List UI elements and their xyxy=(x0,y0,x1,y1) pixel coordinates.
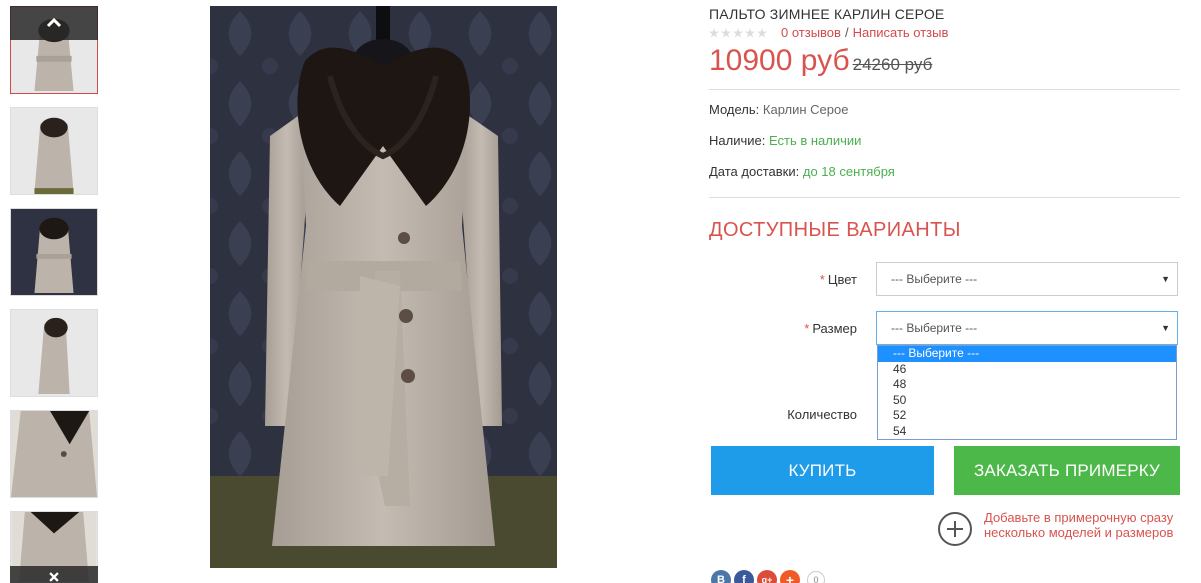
close-icon xyxy=(49,572,59,582)
star-empty-icon xyxy=(709,27,719,38)
price-block: 10900 руб 24260 руб xyxy=(709,44,932,78)
size-label: * Размер xyxy=(804,321,857,336)
color-select[interactable]: --- Выберите --- ▼ xyxy=(876,262,1178,296)
thumbnail-5[interactable] xyxy=(10,410,98,498)
thumbnails-scroll-up-button[interactable] xyxy=(10,6,98,40)
social-share-bar: B f g+ + 0 xyxy=(711,570,825,583)
rating-stars xyxy=(709,27,767,38)
size-option[interactable]: 50 xyxy=(878,393,1176,409)
star-empty-icon xyxy=(745,27,755,38)
spec-availability-value: Есть в наличии xyxy=(768,133,862,148)
divider xyxy=(709,89,1180,90)
thumbnail-gallery xyxy=(10,0,98,583)
rating-separator: / xyxy=(844,25,849,40)
buy-button[interactable]: КУПИТЬ xyxy=(711,446,934,495)
required-mark: * xyxy=(819,272,825,287)
thumbnail-2[interactable] xyxy=(10,107,98,195)
color-select-value: --- Выберите --- xyxy=(891,272,978,286)
facebook-icon[interactable]: f xyxy=(734,570,754,583)
size-dropdown-list: --- Выберите --- 46 48 50 52 54 xyxy=(877,345,1177,440)
product-title: ПАЛЬТО ЗИМНЕЕ КАРЛИН СЕРОЕ xyxy=(709,6,945,22)
dropdown-arrow-icon: ▼ xyxy=(1161,323,1170,333)
thumbnail-3[interactable] xyxy=(10,208,98,296)
write-review-link[interactable]: Написать отзыв xyxy=(853,25,949,40)
thumbnail-4[interactable] xyxy=(10,309,98,397)
add-to-fitting-text[interactable]: Добавьте в примерочную сразу несколько м… xyxy=(984,510,1184,540)
spec-delivery: Дата доставки: до 18 сентября xyxy=(709,164,895,179)
size-option[interactable]: 54 xyxy=(878,424,1176,440)
divider xyxy=(709,197,1180,198)
chevron-up-icon xyxy=(46,17,62,28)
add-to-fitting-room: Добавьте в примерочную сразу несколько м… xyxy=(938,510,1184,546)
coat-thumbnail-image xyxy=(11,108,97,194)
spec-model: Модель: Карлин Серое xyxy=(709,102,848,117)
share-plus-icon[interactable]: + xyxy=(780,570,800,583)
color-label-text: Цвет xyxy=(827,272,857,287)
star-empty-icon xyxy=(721,27,731,38)
quantity-label: Количество xyxy=(787,407,857,422)
rating-row: 0 отзывов / Написать отзыв xyxy=(709,25,948,40)
coat-thumbnail-image xyxy=(11,209,97,295)
share-count-badge: 0 xyxy=(807,571,825,583)
coat-thumbnail-image xyxy=(11,411,97,497)
required-mark: * xyxy=(804,321,810,336)
star-empty-icon xyxy=(733,27,743,38)
add-circle-icon[interactable] xyxy=(938,512,972,546)
color-label: * Цвет xyxy=(820,272,857,287)
coat-photo xyxy=(210,6,557,568)
vk-icon[interactable]: B xyxy=(711,570,731,583)
size-option[interactable]: 52 xyxy=(878,408,1176,424)
spec-model-label: Модель: xyxy=(709,102,760,117)
size-label-text: Размер xyxy=(812,321,857,336)
product-page: ПАЛЬТО ЗИМНЕЕ КАРЛИН СЕРОЕ 0 отзывов / Н… xyxy=(0,0,1201,583)
star-empty-icon xyxy=(757,27,767,38)
reviews-link[interactable]: 0 отзывов xyxy=(781,25,841,40)
size-select-value: --- Выберите --- xyxy=(891,321,978,335)
dropdown-arrow-icon: ▼ xyxy=(1161,274,1170,284)
coat-thumbnail-image xyxy=(11,310,97,396)
size-option[interactable]: 46 xyxy=(878,362,1176,378)
current-price: 10900 руб xyxy=(709,44,850,77)
spec-availability-label: Наличие: xyxy=(709,133,766,148)
thumbnails-scroll-down-button[interactable] xyxy=(10,566,98,583)
spec-availability: Наличие: Есть в наличии xyxy=(709,133,861,148)
size-select[interactable]: --- Выберите --- ▼ xyxy=(876,311,1178,345)
size-option[interactable]: 48 xyxy=(878,377,1176,393)
spec-delivery-value: до 18 сентября xyxy=(802,164,895,179)
google-plus-icon[interactable]: g+ xyxy=(757,570,777,583)
old-price: 24260 руб xyxy=(852,55,933,74)
main-product-image[interactable] xyxy=(210,6,557,568)
size-option[interactable]: --- Выберите --- xyxy=(878,346,1176,362)
options-title: ДОСТУПНЫЕ ВАРИАНТЫ xyxy=(709,219,961,241)
spec-delivery-label: Дата доставки: xyxy=(709,164,800,179)
spec-model-value: Карлин Серое xyxy=(762,102,849,117)
order-fitting-button[interactable]: ЗАКАЗАТЬ ПРИМЕРКУ xyxy=(954,446,1180,495)
